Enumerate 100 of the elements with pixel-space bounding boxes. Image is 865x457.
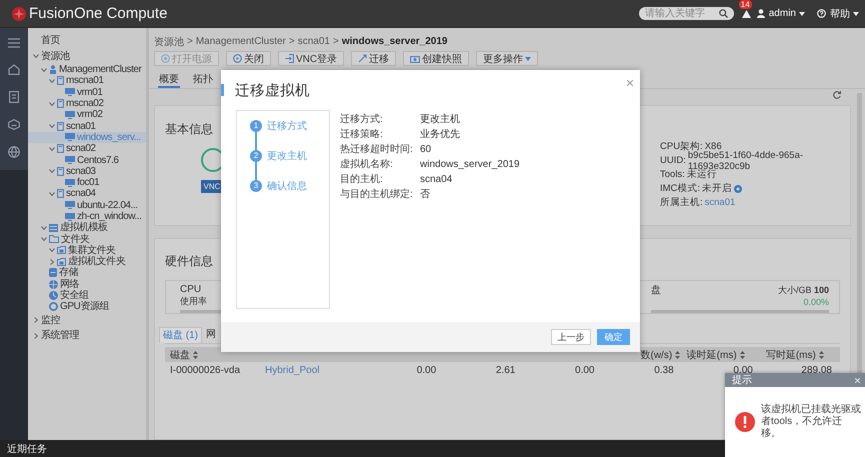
caret-down-icon[interactable] — [48, 248, 54, 252]
host-icon — [57, 189, 64, 198]
tree-item[interactable]: 监控 — [41, 314, 60, 326]
home-icon[interactable] — [8, 64, 20, 75]
caret-down-icon — [853, 12, 859, 16]
vnc-login-button[interactable]: VNC登录 — [278, 51, 344, 66]
card-title: 硬件信息 — [165, 253, 213, 270]
table-cell-text: 0.38 — [653, 365, 675, 376]
tree-item[interactable]: scna01 — [66, 120, 96, 132]
more-actions-button[interactable]: 更多操作 — [476, 51, 538, 66]
user-icon — [756, 9, 765, 18]
recent-tasks-label[interactable]: 近期任务 — [7, 442, 47, 456]
tree-item[interactable]: ManagementCluster — [59, 64, 142, 76]
error-icon — [735, 412, 755, 432]
summary-label: 目的主机: — [340, 172, 384, 186]
storage-icon — [49, 268, 57, 278]
metric-name: 盘 — [651, 284, 661, 297]
info-icon[interactable] — [734, 184, 742, 192]
tab[interactable]: 网 — [203, 327, 219, 343]
alarm-count-badge: 14 — [738, 0, 752, 8]
previous-button[interactable]: 上一步 — [551, 329, 591, 345]
field-value: X86 — [704, 141, 722, 152]
tree-item[interactable]: zh-cn_window... — [77, 211, 142, 222]
breadcrumb-link[interactable]: ManagementCluster — [196, 36, 286, 47]
tree-item[interactable]: scna04 — [66, 188, 96, 200]
caret-down-icon[interactable] — [48, 169, 54, 174]
tree-item[interactable]: 虚拟机模板 — [60, 222, 108, 234]
tree-item[interactable]: scna02 — [66, 143, 96, 154]
sort-icon[interactable] — [818, 350, 824, 358]
tree-item[interactable]: 虚拟机文件夹 — [68, 256, 126, 268]
warning-icon[interactable] — [742, 10, 751, 18]
toast-title: 提示 — [732, 374, 752, 387]
document-icon[interactable] — [9, 91, 19, 103]
caret-right-icon[interactable] — [34, 317, 38, 324]
caret-down-icon — [799, 12, 805, 16]
caret-down-icon[interactable] — [40, 237, 46, 242]
user-menu[interactable]: admin — [768, 8, 796, 19]
column-header[interactable]: 磁盘 — [170, 348, 190, 362]
tree-item[interactable]: 首页 — [41, 35, 60, 46]
step-number: 2 — [250, 150, 262, 162]
tree-item[interactable]: mscna01 — [66, 75, 104, 86]
caret-down-icon — [525, 56, 532, 60]
table-cell-text: I-00000026-vda — [169, 365, 242, 376]
breadcrumb-link[interactable]: 资源池 — [154, 34, 184, 48]
table-cell-text: 0.00 — [733, 365, 754, 376]
close-icon[interactable] — [627, 80, 633, 86]
tree-item[interactable]: 存储 — [59, 267, 78, 278]
tree-item[interactable]: 集群文件夹 — [68, 244, 116, 256]
tree-item[interactable]: GPU资源组 — [60, 301, 109, 312]
field-label: CPU架构: — [660, 140, 703, 152]
host-icon — [57, 166, 64, 176]
sort-icon[interactable] — [740, 350, 745, 358]
sort-icon[interactable] — [675, 350, 680, 358]
tree-item[interactable]: scna03 — [66, 166, 96, 177]
tree-item[interactable]: foc01 — [77, 177, 100, 188]
tree-item[interactable]: 文件夹 — [61, 234, 90, 245]
search-icon[interactable] — [718, 9, 728, 18]
caret-down-icon[interactable] — [48, 146, 54, 151]
tree-item[interactable]: 安全组 — [60, 290, 89, 302]
tab[interactable]: 概要 — [158, 73, 180, 88]
tree-item[interactable]: mscna02 — [66, 98, 104, 110]
globe-icon[interactable] — [8, 146, 20, 158]
sort-icon[interactable] — [193, 350, 198, 358]
caret-right-icon[interactable] — [34, 332, 38, 339]
breadcrumb-link[interactable]: scna01 — [298, 36, 330, 47]
refresh-icon[interactable] — [833, 91, 841, 99]
tree-item[interactable]: vrm01 — [77, 86, 103, 98]
caret-down-icon[interactable] — [32, 54, 38, 58]
summary-label: 热迁移超时时间: — [340, 142, 414, 156]
tree-item[interactable]: 网络 — [60, 278, 80, 290]
help-menu[interactable]: 帮助 — [830, 6, 850, 20]
folder-icon — [57, 246, 66, 254]
cloud-icon[interactable] — [8, 119, 20, 130]
tree-item[interactable]: vrm02 — [77, 109, 103, 120]
table-cell-text: 2.61 — [494, 365, 516, 376]
caret-down-icon[interactable] — [40, 226, 46, 230]
tab[interactable]: 拓扑 — [192, 73, 214, 88]
column-header[interactable]: 读时延(ms) — [686, 348, 737, 362]
tree-item[interactable]: 系统管理 — [41, 330, 80, 342]
migrate-button[interactable]: 迁移 — [351, 51, 396, 66]
caret-down-icon[interactable] — [48, 78, 54, 83]
tree-item[interactable]: Centos7.6 — [77, 154, 119, 166]
snapshot-button[interactable]: 创建快照 — [403, 51, 470, 66]
caret-down-icon[interactable] — [48, 124, 54, 128]
menu-icon[interactable] — [8, 38, 20, 48]
search-field[interactable]: 请输入关键字 — [638, 7, 734, 20]
vnc-button[interactable]: VNC — [201, 180, 223, 193]
network-icon — [49, 280, 58, 289]
summary-label: 迁移策略: — [340, 128, 384, 141]
step-number: 3 — [250, 180, 262, 192]
caret-down-icon[interactable] — [48, 192, 54, 196]
app-title: FusionOne Compute — [29, 5, 168, 22]
caret-down-icon[interactable] — [40, 68, 46, 72]
caret-right-icon[interactable] — [50, 258, 54, 265]
column-header[interactable]: 写时延(ms) — [766, 348, 816, 362]
power-off-button[interactable]: 关闭 — [226, 51, 271, 66]
tree-item[interactable]: ubuntu-22.04... — [77, 200, 138, 211]
column-header[interactable]: 数(w/s) — [640, 348, 672, 362]
tree-item[interactable]: 资源池 — [41, 50, 70, 62]
caret-down-icon[interactable] — [48, 102, 54, 106]
